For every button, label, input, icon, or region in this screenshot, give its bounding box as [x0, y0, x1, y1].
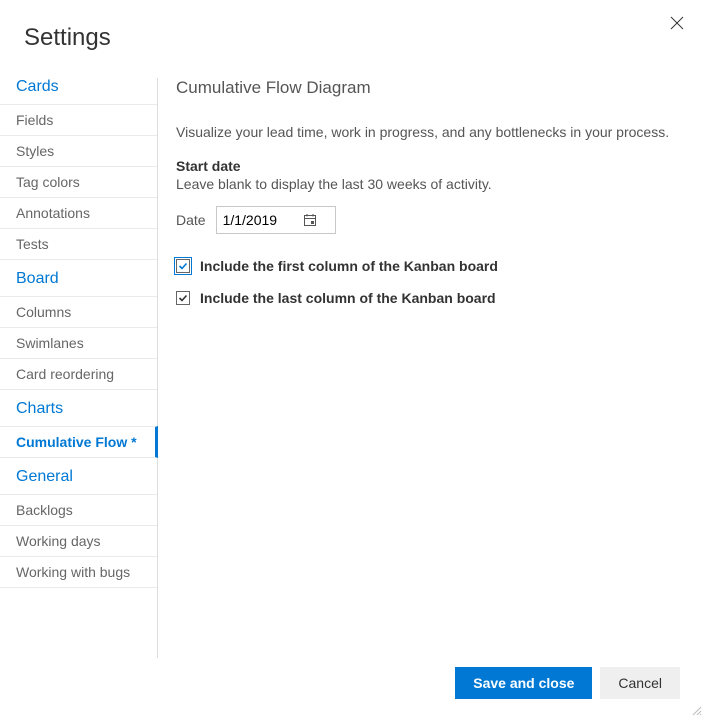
nav-item-fields[interactable]: Fields	[0, 104, 157, 135]
resize-grip-icon[interactable]	[690, 703, 702, 719]
close-button[interactable]	[670, 16, 686, 32]
nav-item-columns[interactable]: Columns	[0, 296, 157, 327]
checkbox-include-first-label: Include the first column of the Kanban b…	[200, 258, 498, 274]
settings-content: Cumulative Flow Diagram Visualize your l…	[158, 78, 704, 658]
section-header-general: General	[0, 458, 157, 494]
save-and-close-button[interactable]: Save and close	[455, 667, 592, 699]
nav-item-tag-colors[interactable]: Tag colors	[0, 166, 157, 197]
settings-dialog: Settings Cards Fields Styles Tag colors …	[0, 0, 704, 721]
checkbox-include-last-label: Include the last column of the Kanban bo…	[200, 290, 496, 306]
content-title: Cumulative Flow Diagram	[176, 78, 680, 98]
check-icon	[178, 261, 188, 271]
calendar-icon[interactable]	[303, 213, 317, 227]
nav-item-card-reordering[interactable]: Card reordering	[0, 358, 157, 390]
nav-item-annotations[interactable]: Annotations	[0, 197, 157, 228]
settings-sidebar: Cards Fields Styles Tag colors Annotatio…	[0, 78, 158, 658]
content-description: Visualize your lead time, work in progre…	[176, 124, 680, 140]
close-icon	[670, 16, 684, 30]
nav-item-working-with-bugs[interactable]: Working with bugs	[0, 556, 157, 588]
checkbox-include-last[interactable]	[176, 291, 190, 305]
nav-item-styles[interactable]: Styles	[0, 135, 157, 166]
nav-item-backlogs[interactable]: Backlogs	[0, 494, 157, 525]
checkbox-include-first[interactable]	[176, 259, 190, 273]
dialog-footer: Save and close Cancel	[455, 667, 680, 699]
nav-item-cumulative-flow[interactable]: Cumulative Flow *	[0, 426, 158, 458]
date-input[interactable]	[223, 212, 303, 228]
cancel-button[interactable]: Cancel	[600, 667, 680, 699]
nav-item-swimlanes[interactable]: Swimlanes	[0, 327, 157, 358]
start-date-label: Start date	[176, 158, 680, 174]
nav-item-tests[interactable]: Tests	[0, 228, 157, 260]
section-header-cards: Cards	[0, 78, 157, 104]
section-header-board: Board	[0, 260, 157, 296]
start-date-hint: Leave blank to display the last 30 weeks…	[176, 176, 680, 192]
dialog-title: Settings	[0, 0, 704, 52]
date-label: Date	[176, 212, 206, 228]
date-input-wrap[interactable]	[216, 206, 336, 234]
check-icon	[178, 293, 188, 303]
nav-item-working-days[interactable]: Working days	[0, 525, 157, 556]
section-header-charts: Charts	[0, 390, 157, 426]
